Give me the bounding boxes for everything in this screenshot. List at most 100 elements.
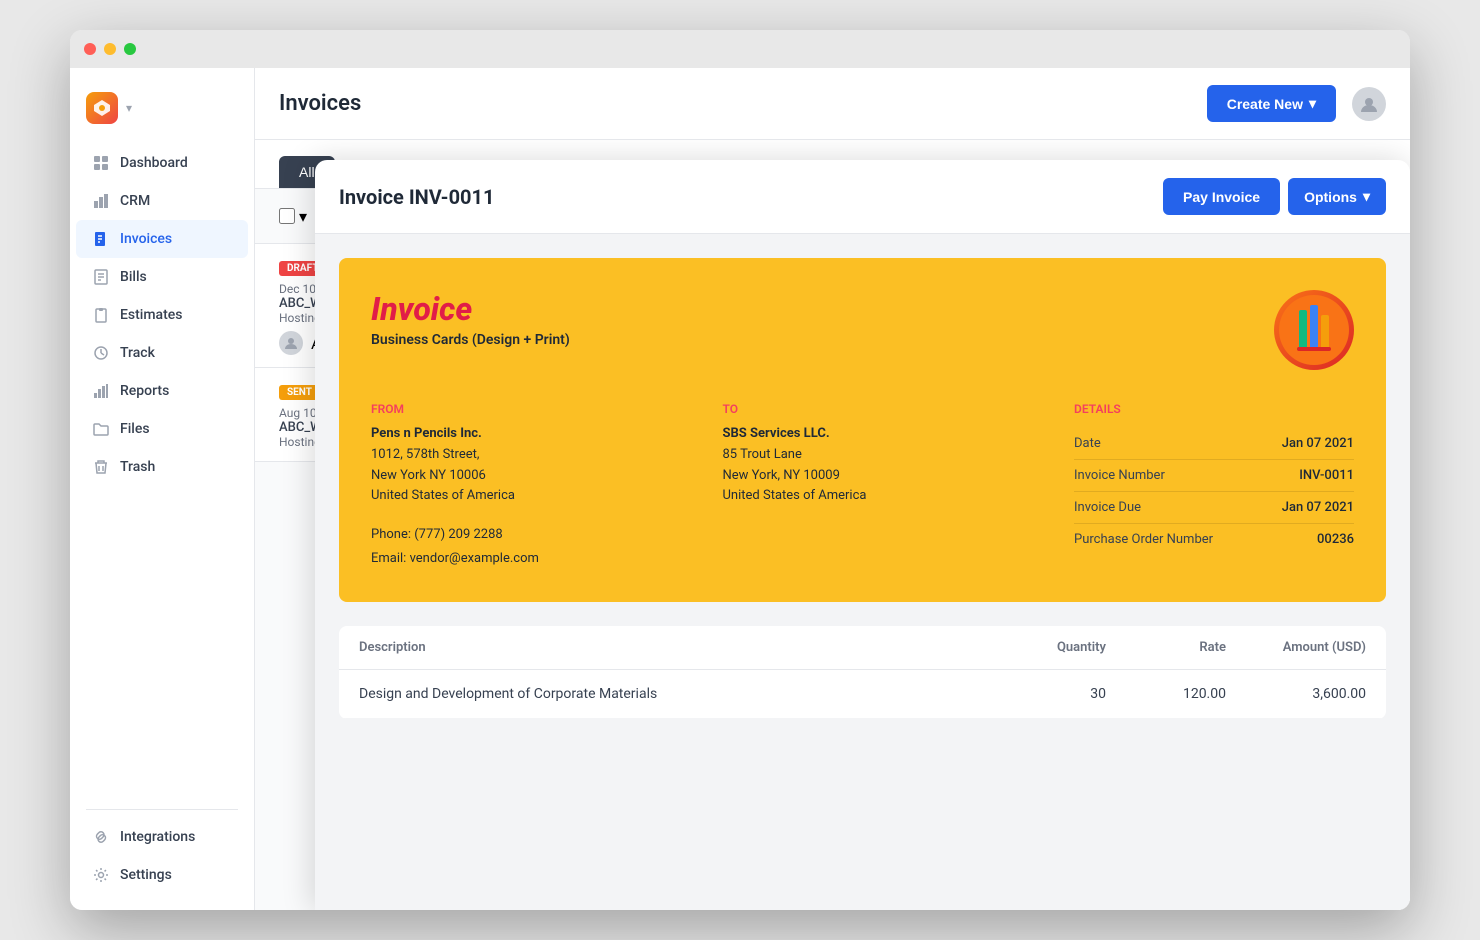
to-company: SBS Services LLC. <box>723 426 830 441</box>
invoice-due-label: Invoice Due <box>1074 500 1141 515</box>
row-rate: 120.00 <box>1106 686 1226 702</box>
from-email-label: Email: <box>371 551 406 566</box>
sidebar-logo[interactable]: ▾ <box>70 84 254 144</box>
select-all-checkbox[interactable]: ▾ <box>279 207 307 226</box>
from-section: From Pens n Pencils Inc. 1012, 578th Str… <box>371 402 675 570</box>
sidebar-item-label: Reports <box>120 383 169 399</box>
main-header: Invoices Create New ▾ <box>255 68 1410 140</box>
sidebar-item-label: Integrations <box>120 829 195 845</box>
col-rate: Rate <box>1106 640 1226 655</box>
to-label: To <box>723 402 1027 416</box>
col-quantity: Quantity <box>986 640 1106 655</box>
row-amount: 3,600.00 <box>1226 686 1366 702</box>
bar-chart-icon <box>92 192 110 210</box>
col-description: Description <box>359 640 986 655</box>
from-country: United States of America <box>371 488 515 503</box>
date-label: Date <box>1074 436 1101 451</box>
line-items-header: Description Quantity Rate Amount (USD) <box>339 626 1386 670</box>
reports-icon <box>92 382 110 400</box>
sidebar-item-trash[interactable]: Trash <box>76 448 248 486</box>
invoice-subtitle: Business Cards (Design + Print) <box>371 332 570 348</box>
minimize-button[interactable] <box>104 43 116 55</box>
main-content: All Recurring ▾ ⚙ DRAFT Dec 10 202 <box>255 140 1410 910</box>
invoice-document: Invoice Business Cards (Design + Print) <box>339 258 1386 602</box>
sidebar-item-track[interactable]: Track <box>76 334 248 372</box>
detail-row-invoice-number: Invoice Number INV-0011 <box>1074 460 1354 492</box>
col-amount: Amount (USD) <box>1226 640 1366 655</box>
sidebar-nav: Dashboard CRM <box>70 144 254 486</box>
invoice-due-value: Jan 07 2021 <box>1282 500 1354 515</box>
from-email: vendor@example.com <box>410 551 539 566</box>
sidebar: ▾ Dashboard <box>70 68 255 910</box>
date-value: Jan 07 2021 <box>1282 436 1354 451</box>
sidebar-item-bills[interactable]: Bills <box>76 258 248 296</box>
sidebar-item-label: Dashboard <box>120 155 188 171</box>
row-quantity: 30 <box>986 686 1106 702</box>
sidebar-item-label: Settings <box>120 867 172 883</box>
modal-body: Invoice Business Cards (Design + Print) <box>315 234 1410 910</box>
page-title: Invoices <box>279 91 361 116</box>
sidebar-bottom: Integrations Settings <box>70 801 254 894</box>
logo-chevron: ▾ <box>126 101 132 115</box>
link-icon <box>92 828 110 846</box>
po-label: Purchase Order Number <box>1074 532 1213 547</box>
folder-icon <box>92 420 110 438</box>
sidebar-item-integrations[interactable]: Integrations <box>76 818 248 856</box>
clipboard-icon <box>92 306 110 324</box>
details-section: Details Date Jan 07 2021 Invoice Number … <box>1074 402 1354 570</box>
from-company: Pens n Pencils Inc. <box>371 426 482 441</box>
receipt-icon <box>92 268 110 286</box>
header-right: Create New ▾ <box>1207 85 1386 122</box>
sidebar-item-label: CRM <box>120 193 150 209</box>
title-bar <box>70 30 1410 68</box>
sidebar-item-files[interactable]: Files <box>76 410 248 448</box>
gear-icon <box>92 866 110 884</box>
sidebar-item-crm[interactable]: CRM <box>76 182 248 220</box>
options-chevron-icon: ▾ <box>1363 188 1370 205</box>
invoice-number-label: Invoice Number <box>1074 468 1165 483</box>
invoice-heading-block: Invoice Business Cards (Design + Print) <box>371 290 570 348</box>
sidebar-item-reports[interactable]: Reports <box>76 372 248 410</box>
trash-icon <box>92 458 110 476</box>
close-button[interactable] <box>84 43 96 55</box>
invoice-doc-header: Invoice Business Cards (Design + Print) <box>371 290 1354 370</box>
detail-row-invoice-due: Invoice Due Jan 07 2021 <box>1074 492 1354 524</box>
line-items-table: Description Quantity Rate Amount (USD) D… <box>339 626 1386 719</box>
sidebar-item-label: Trash <box>120 459 155 475</box>
sidebar-item-settings[interactable]: Settings <box>76 856 248 894</box>
invoice-parties-row: From Pens n Pencils Inc. 1012, 578th Str… <box>371 402 1354 570</box>
options-label: Options <box>1304 189 1357 205</box>
sidebar-item-label: Files <box>120 421 150 437</box>
checkbox-chevron: ▾ <box>299 207 307 226</box>
modal-actions: Pay Invoice Options ▾ <box>1163 178 1386 215</box>
from-address1: 1012, 578th Street, <box>371 447 479 462</box>
create-new-button[interactable]: Create New ▾ <box>1207 85 1336 122</box>
invoice-logo <box>1274 290 1354 370</box>
to-address2: New York, NY 10009 <box>723 468 840 483</box>
to-address1: 85 Trout Lane <box>723 447 802 462</box>
sidebar-item-invoices[interactable]: Invoices <box>76 220 248 258</box>
modal-header: Invoice INV-0011 Pay Invoice Options ▾ <box>315 160 1410 234</box>
sidebar-item-estimates[interactable]: Estimates <box>76 296 248 334</box>
sidebar-item-dashboard[interactable]: Dashboard <box>76 144 248 182</box>
options-button[interactable]: Options ▾ <box>1288 178 1386 215</box>
checkbox-input[interactable] <box>279 208 295 224</box>
invoice-heading: Invoice <box>371 290 570 328</box>
to-section: To SBS Services LLC. 85 Trout Lane New Y… <box>723 402 1027 570</box>
main-area: Invoices Create New ▾ <box>255 68 1410 910</box>
to-country: United States of America <box>723 488 867 503</box>
from-address2: New York NY 10006 <box>371 468 486 483</box>
line-item-row: Design and Development of Corporate Mate… <box>339 670 1386 719</box>
from-label: From <box>371 402 675 416</box>
create-new-label: Create New <box>1227 96 1303 112</box>
po-value: 00236 <box>1317 532 1354 547</box>
row-description: Design and Development of Corporate Mate… <box>359 686 986 702</box>
from-phone: Phone: (777) 209 2288 <box>371 527 503 542</box>
pay-invoice-button[interactable]: Pay Invoice <box>1163 178 1280 215</box>
maximize-button[interactable] <box>124 43 136 55</box>
avatar[interactable] <box>1352 87 1386 121</box>
file-icon <box>92 230 110 248</box>
chevron-down-icon: ▾ <box>1309 95 1316 112</box>
sidebar-item-label: Estimates <box>120 307 182 323</box>
app-body: ▾ Dashboard <box>70 68 1410 910</box>
